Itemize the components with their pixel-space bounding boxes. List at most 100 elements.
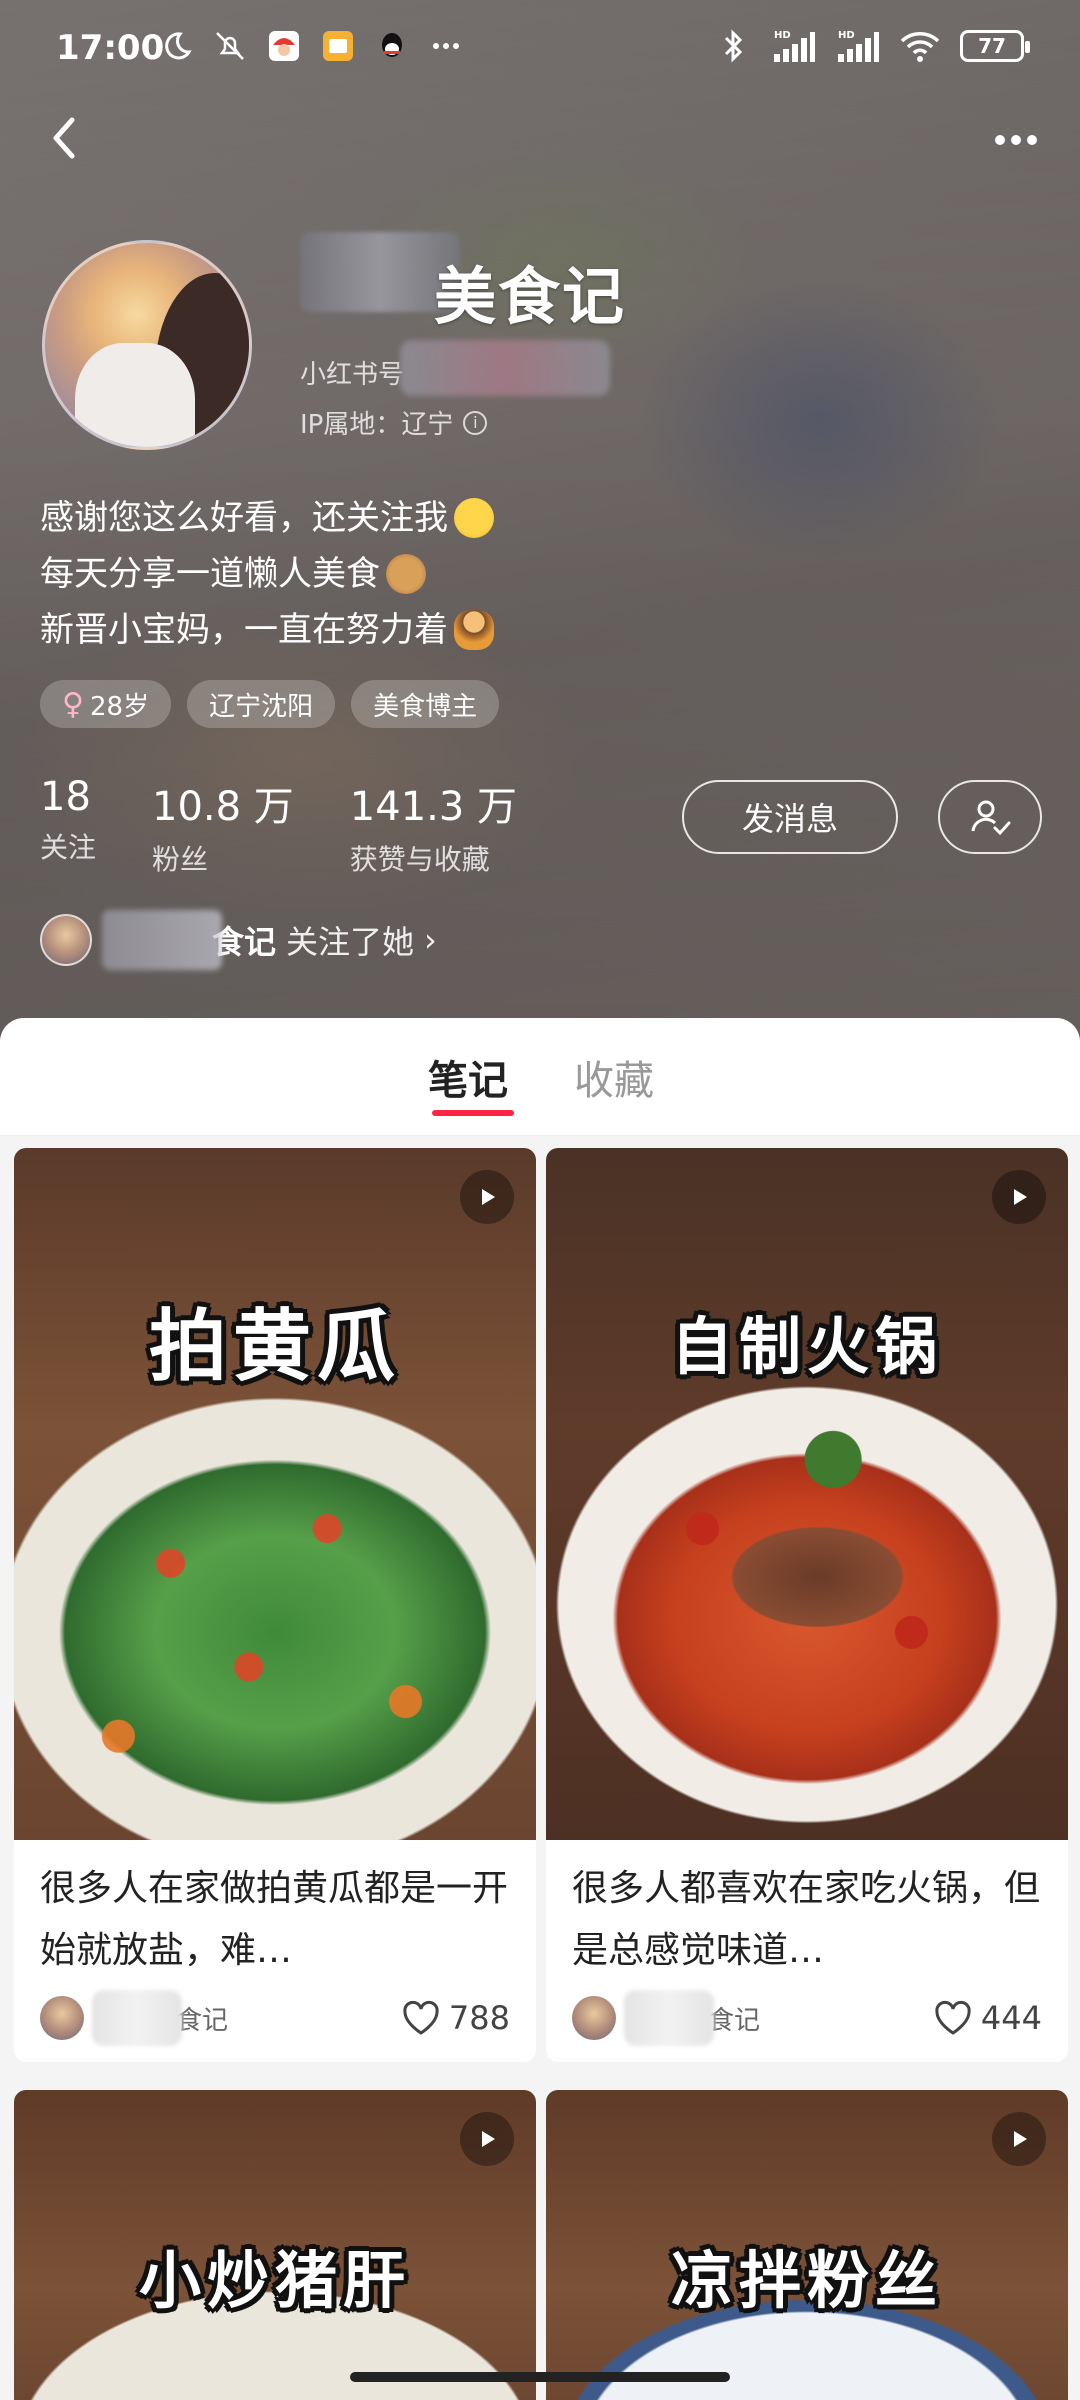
author-avatar[interactable] [40,1996,84,2040]
like-button[interactable]: 444 [933,1999,1042,2037]
stat-likes-collections[interactable]: 141.3 万 获赞与收藏 [350,774,517,878]
status-time: 17:00 [56,28,165,68]
bluetooth-icon [716,28,752,64]
signal-hd-icon: HD [770,28,816,64]
note-cover: 凉拌粉丝 [546,2090,1068,2400]
redid-redaction [400,340,610,396]
tab-collections[interactable]: 收藏 [574,1048,654,1106]
chevron-right-icon: › [424,921,437,959]
like-button[interactable]: 788 [401,1999,510,2037]
status-bar: 17:00 HD HD 77 [0,0,1080,100]
mutual-name-redaction [102,910,222,970]
ip-location-text: IP属地：辽宁 [300,410,454,440]
author-avatar[interactable] [572,1996,616,2040]
notes-app-icon [320,28,356,64]
send-message-button[interactable]: 发消息 [682,780,898,854]
stat-followers[interactable]: 10.8 万 粉丝 [152,774,294,878]
video-play-icon [460,2112,514,2166]
back-arrow-icon [53,117,75,159]
mutual-text: 关注了她 [286,923,415,961]
mute-icon [212,28,248,64]
tag-label: 美食博主 [373,691,478,722]
bio-text: 新晋小宝妈，一直在努力着 [40,610,448,650]
author-name[interactable]: 食记 [176,2000,228,2037]
bio-text: 感谢您这么好看，还关注我 [40,498,448,538]
profile-tags: ♀ 28岁 辽宁沈阳 美食博主 [40,680,500,728]
author-name[interactable]: 食记 [708,2000,760,2037]
bio-line: 每天分享一道懒人美食 [40,546,494,602]
note-title: 很多人都喜欢在家吃火锅，但是总感觉味道… [572,1868,1041,1971]
notes-section: 笔记 收藏 拍黄瓜 很多人在家做拍黄瓜都是一开始就放盐，难… 食记 788 自制… [0,1018,1080,2400]
note-title: 很多人在家做拍黄瓜都是一开始就放盐，难… [40,1868,509,1971]
video-play-icon [460,1170,514,1224]
stat-value: 18 [40,774,91,820]
note-card[interactable]: 凉拌粉丝 [546,2090,1068,2400]
cover-text: 拍黄瓜 [148,1302,401,1392]
tag-age: ♀ 28岁 [40,680,172,728]
battery-icon: 77 [960,30,1030,62]
santa-app-icon [266,28,302,64]
follow-status-button[interactable] [938,780,1042,854]
status-right-icons: HD HD 77 [716,28,1030,64]
profile-header: 17:00 HD HD 77 美食记 小红书号 IP属地：辽宁 i 感谢您这么好… [0,0,1080,1040]
note-cover: 小炒猪肝 [14,2090,536,2400]
author-redaction [624,1990,714,2046]
stat-label: 获赞与收藏 [349,843,490,876]
info-icon[interactable]: i [463,410,488,435]
stat-label: 粉丝 [152,843,209,876]
wifi-icon [898,28,942,64]
status-left-icons [158,28,464,64]
stat-value: 141.3 万 [349,784,518,830]
profile-stats: 18 关注 10.8 万 粉丝 141.3 万 获赞与收藏 [40,774,517,878]
video-play-icon [992,1170,1046,1224]
like-count: 444 [980,1999,1042,2037]
tag-label: 辽宁沈阳 [209,691,314,722]
more-dots-icon [428,28,464,64]
back-button[interactable] [36,108,96,168]
person-tipping-hand-emoji-icon [454,610,494,650]
profile-bio: 感谢您这么好看，还关注我 每天分享一道懒人美食 新晋小宝妈，一直在努力着 [40,490,494,658]
note-card[interactable]: 小炒猪肝 [14,2090,536,2400]
qq-app-icon [374,28,410,64]
more-button[interactable] [980,110,1052,170]
user-check-icon [971,800,1011,836]
cover-text: 小炒猪肝 [138,2244,411,2317]
note-card[interactable]: 自制火锅 很多人都喜欢在家吃火锅，但是总感觉味道… 食记 444 [546,1148,1068,2062]
heart-icon [935,2000,971,2035]
female-icon: ♀ [62,686,84,722]
like-count: 788 [448,1999,510,2037]
video-play-icon [992,2112,1046,2166]
svg-text:HD: HD [838,30,855,41]
svg-text:HD: HD [774,30,791,41]
mutual-follow-row[interactable]: 食记 关注了她 › [40,910,437,970]
tag-label: 28岁 [89,691,150,722]
note-cover: 拍黄瓜 [14,1148,536,1840]
tab-notes[interactable]: 笔记 [428,1048,508,1106]
note-cover: 自制火锅 [546,1148,1068,1840]
redid-label: 小红书号 [300,360,405,390]
note-footer: 食记 444 [546,1986,1068,2062]
profile-avatar[interactable] [42,240,252,450]
cover-text: 自制火锅 [670,1310,943,1383]
note-footer: 食记 788 [14,1986,536,2062]
profile-nickname: 美食记 [434,260,627,333]
stat-following[interactable]: 18 关注 [40,774,96,878]
heart-icon [403,2000,439,2035]
ip-location: IP属地：辽宁 i [300,404,488,441]
cover-text: 凉拌粉丝 [670,2244,943,2317]
stat-value: 10.8 万 [152,784,294,830]
author-redaction [92,1990,182,2046]
mutual-avatar [40,914,92,966]
tab-active-indicator [432,1110,514,1116]
signal-hd-icon: HD [834,28,880,64]
more-horizontal-icon [995,135,1037,145]
stat-label: 关注 [40,831,97,864]
profile-tabs: 笔记 收藏 [0,1018,1080,1136]
bio-line: 感谢您这么好看，还关注我 [40,490,494,546]
tag-role: 美食博主 [351,680,500,728]
home-indicator[interactable] [350,2372,730,2382]
tag-location: 辽宁沈阳 [187,680,336,728]
smile-emoji-icon [454,498,494,538]
bio-text: 每天分享一道懒人美食 [40,554,380,594]
note-card[interactable]: 拍黄瓜 很多人在家做拍黄瓜都是一开始就放盐，难… 食记 788 [14,1148,536,2062]
